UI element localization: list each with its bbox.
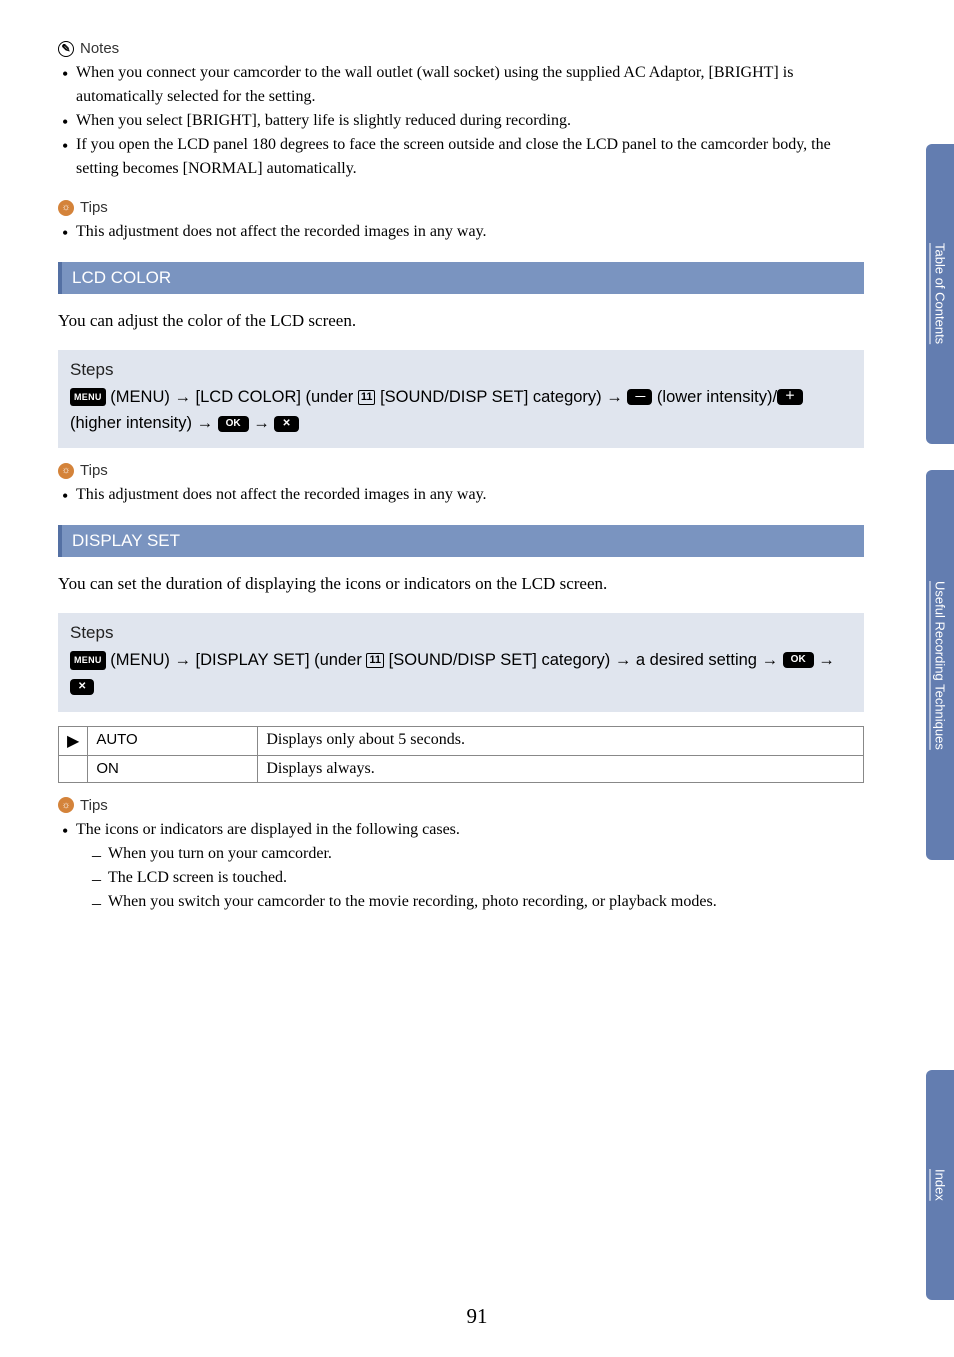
steps-title: Steps <box>70 360 852 380</box>
option-desc: Displays always. <box>258 755 864 782</box>
steps-box-lcd-color: Steps MENU (MENU) → [LCD COLOR] (under 1… <box>58 350 864 449</box>
table-row: ON Displays always. <box>59 755 864 782</box>
menu-icon: MENU <box>70 651 106 669</box>
steps-title: Steps <box>70 623 852 643</box>
tip-item: The icons or indicators are displayed in… <box>60 818 864 914</box>
page-number: 91 <box>0 1304 954 1329</box>
tab-table-of-contents[interactable]: Table of Contents <box>926 144 954 444</box>
tips-sublist: When you turn on your camcorder. The LCD… <box>92 842 864 914</box>
tips-subitem: The LCD screen is touched. <box>92 866 864 890</box>
tips-list: This adjustment does not affect the reco… <box>60 220 864 244</box>
option-desc: Displays only about 5 seconds. <box>258 726 864 755</box>
ok-button-icon: OK <box>218 416 249 432</box>
tips-heading: ☼ Tips <box>58 797 864 814</box>
tab-index[interactable]: Index <box>926 1070 954 1300</box>
tip-icon: ☼ <box>58 200 74 216</box>
tip-item: This adjustment does not affect the reco… <box>60 220 864 244</box>
default-mark <box>59 755 88 782</box>
steps-content: MENU (MENU) → [DISPLAY SET] (under 11 [S… <box>70 647 852 700</box>
note-item: When you connect your camcorder to the w… <box>60 61 864 109</box>
close-button-icon: ✕ <box>274 416 298 432</box>
ok-button-icon: OK <box>783 652 814 668</box>
tip-icon: ☼ <box>58 463 74 479</box>
menu-icon: MENU <box>70 388 106 406</box>
display-set-desc: You can set the duration of displaying t… <box>58 571 864 597</box>
option-name: ON <box>88 755 258 782</box>
plus-button-icon: ＋ <box>777 389 803 405</box>
tips-list: The icons or indicators are displayed in… <box>60 818 864 914</box>
lcd-color-desc: You can adjust the color of the LCD scre… <box>58 308 864 334</box>
notes-heading: ✎ Notes <box>58 40 864 57</box>
tips-subitem: When you turn on your camcorder. <box>92 842 864 866</box>
tips-label: Tips <box>80 462 108 479</box>
note-icon: ✎ <box>58 41 74 57</box>
tips-heading: ☼ Tips <box>58 199 864 216</box>
tips-label: Tips <box>80 199 108 216</box>
notes-label: Notes <box>80 40 119 57</box>
category-num-icon: 11 <box>366 653 384 668</box>
minus-button-icon: — <box>627 389 652 405</box>
close-button-icon: ✕ <box>70 679 94 695</box>
option-name: AUTO <box>88 726 258 755</box>
tips-subitem: When you switch your camcorder to the mo… <box>92 890 864 914</box>
side-tabs: Table of Contents Useful Recording Techn… <box>926 0 954 1357</box>
steps-content: MENU (MENU) → [LCD COLOR] (under 11 [SOU… <box>70 384 852 437</box>
display-set-options-table: ▶ AUTO Displays only about 5 seconds. ON… <box>58 726 864 783</box>
section-header-display-set: DISPLAY SET <box>58 525 864 557</box>
table-row: ▶ AUTO Displays only about 5 seconds. <box>59 726 864 755</box>
tab-useful-recording-techniques[interactable]: Useful Recording Techniques <box>926 470 954 860</box>
steps-box-display-set: Steps MENU (MENU) → [DISPLAY SET] (under… <box>58 613 864 712</box>
section-header-lcd-color: LCD COLOR <box>58 262 864 294</box>
tips-list: This adjustment does not affect the reco… <box>60 483 864 507</box>
category-num-icon: 11 <box>358 390 376 405</box>
tip-icon: ☼ <box>58 797 74 813</box>
note-item: If you open the LCD panel 180 degrees to… <box>60 133 864 181</box>
notes-list: When you connect your camcorder to the w… <box>60 61 864 181</box>
default-mark: ▶ <box>59 726 88 755</box>
tips-label: Tips <box>80 797 108 814</box>
note-item: When you select [BRIGHT], battery life i… <box>60 109 864 133</box>
tip-item: This adjustment does not affect the reco… <box>60 483 864 507</box>
tips-heading: ☼ Tips <box>58 462 864 479</box>
